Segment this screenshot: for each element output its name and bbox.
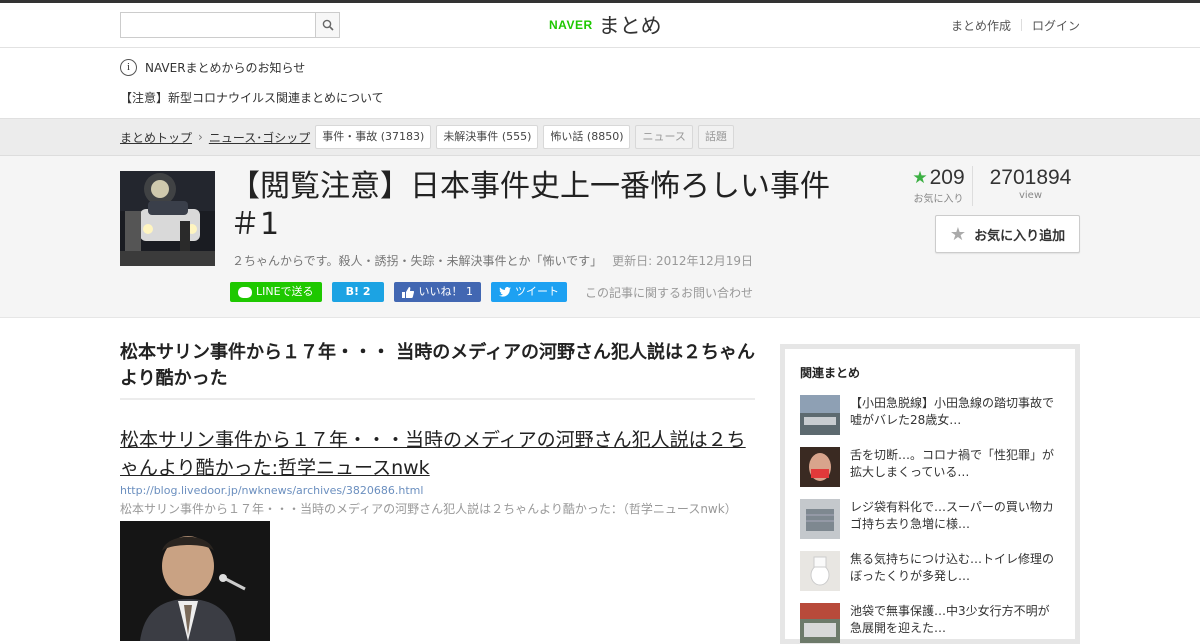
tag-count: (37183): [380, 130, 425, 143]
article-thumbnail: [120, 171, 215, 266]
views-stat: 2701894 view: [973, 166, 1080, 206]
favorites-count: 209: [929, 166, 965, 189]
tag-jiken-jiko[interactable]: 事件・事故 (37183): [315, 125, 432, 149]
thumbs-up-icon: [402, 286, 415, 298]
login-link[interactable]: ログイン: [1032, 17, 1080, 34]
link-card-url[interactable]: http://blog.livedoor.jp/nwknews/archives…: [120, 484, 755, 497]
search-input[interactable]: [121, 13, 315, 37]
related-item[interactable]: 池袋で無事保護…中3少女行方不明が急展開を迎えた…: [800, 603, 1065, 643]
related-item-text: 舌を切断…。コロナ禍で「性犯罪」が拡大しまくっている…: [850, 448, 1055, 479]
related-item-text: 【小田急脱線】小田急線の踏切事故で嘘がバレた28歳女…: [850, 396, 1055, 427]
related-thumbnail: [800, 551, 840, 591]
main-content: 松本サリン事件から１７年・・・ 当時のメディアの河野さん犯人説は２ちゃんより酷か…: [120, 340, 755, 641]
related-title: 関連まとめ: [800, 366, 861, 380]
favorites-label: お気に入り: [913, 194, 964, 205]
notice-title: NAVERまとめからのお知らせ: [145, 60, 306, 75]
fb-count: 1: [465, 285, 473, 298]
article-photo: [120, 521, 270, 641]
site-logo[interactable]: NAVER まとめ: [549, 11, 662, 39]
hatena-count: 2: [362, 285, 371, 298]
add-favorite-label: お気に入り追加: [974, 228, 1066, 244]
favorites-stat: ★ 209 お気に入り: [905, 166, 973, 206]
related-item[interactable]: 【小田急脱線】小田急線の踏切事故で嘘がバレた28歳女…: [800, 395, 1065, 435]
hatena-bookmark-button[interactable]: B! 2: [331, 282, 385, 302]
tag-label: 未解決事件: [443, 130, 499, 143]
related-thumbnail: [800, 447, 840, 487]
hatena-icon: B!: [345, 285, 359, 298]
line-label: LINEで送る: [256, 285, 314, 298]
article-description: ２ちゃんからです。殺人・誘拐・失踪・未解決事件とか「怖いです」 更新日: 2012…: [232, 252, 753, 269]
info-icon: i: [120, 58, 137, 76]
related-item-text: 焦る気持ちにつけ込む…トイレ修理のぼったくりが多発し…: [850, 552, 1055, 583]
breadcrumb-bar: まとめトップ › ニュース･ゴシップ 事件・事故 (37183) 未解決事件 (…: [0, 118, 1200, 156]
breadcrumb-top-link[interactable]: まとめトップ: [120, 129, 192, 146]
chevron-right-icon: ›: [198, 130, 203, 144]
updated-date: 更新日: 2012年12月19日: [612, 254, 754, 268]
line-share-button[interactable]: LINEで送る: [230, 282, 322, 302]
related-item[interactable]: 舌を切断…。コロナ禍で「性犯罪」が拡大しまくっている…: [800, 447, 1065, 487]
tag-kowai-hanashi[interactable]: 怖い話 (8850): [543, 125, 631, 149]
share-bar: LINEで送る B! 2 いいね！ 1 ツイート この記事に関するお問い合わせ: [230, 282, 753, 302]
related-thumbnail: [800, 499, 840, 539]
police-car-photo: [120, 171, 215, 266]
link-card-title[interactable]: 松本サリン事件から１７年・・・当時のメディアの河野さん犯人説は２ちゃんより酷かっ…: [120, 426, 755, 482]
related-thumbnail: [800, 395, 840, 435]
star-outline-icon: ★: [949, 223, 967, 245]
related-item[interactable]: レジ袋有料化で…スーパーの買い物カゴ持ち去り急増に様…: [800, 499, 1065, 539]
breadcrumb: まとめトップ › ニュース･ゴシップ 事件・事故 (37183) 未解決事件 (…: [120, 125, 734, 149]
article-stats: ★ 209 お気に入り 2701894 view: [905, 166, 1080, 206]
tag-mikaiketsu[interactable]: 未解決事件 (555): [436, 125, 539, 149]
create-matome-link[interactable]: まとめ作成: [951, 17, 1011, 34]
tag-count: (8850): [586, 130, 624, 143]
logo-service: まとめ: [598, 14, 662, 38]
notice-item-link[interactable]: 【注意】新型コロナウイルス関連まとめについて: [120, 88, 1080, 108]
section-heading: 松本サリン事件から１７年・・・ 当時のメディアの河野さん犯人説は２ちゃんより酷か…: [120, 340, 755, 400]
add-favorite-button[interactable]: ★ お気に入り追加: [935, 215, 1080, 253]
facebook-like-button[interactable]: いいね！ 1: [394, 282, 481, 302]
logo-brand: NAVER: [549, 18, 593, 32]
tag-label: 怖い話: [550, 130, 584, 143]
tag-news[interactable]: ニュース: [635, 125, 693, 149]
views-count: 2701894: [989, 166, 1072, 189]
related-matome-panel: 関連まとめ 【小田急脱線】小田急線の踏切事故で嘘がバレた28歳女… 舌を切断…。…: [780, 344, 1080, 644]
related-thumbnail: [800, 603, 840, 643]
link-card-description: 松本サリン事件から１７年・・・当時のメディアの河野さん犯人説は２ちゃんより酷かっ…: [120, 502, 737, 516]
tweet-button[interactable]: ツイート: [490, 282, 567, 302]
divider: [1020, 19, 1022, 31]
fb-label: いいね！: [418, 285, 463, 298]
search-box: [120, 12, 340, 38]
tweet-label: ツイート: [514, 285, 559, 298]
star-icon: ★: [912, 168, 928, 187]
tag-wadai[interactable]: 話題: [697, 125, 734, 149]
tag-label: 話題: [704, 130, 727, 143]
related-item[interactable]: 焦る気持ちにつけ込む…トイレ修理のぼったくりが多発し…: [800, 551, 1065, 591]
tag-label: ニュース: [642, 130, 686, 143]
header-links: まとめ作成 ログイン: [951, 17, 1080, 34]
tag-count: (555): [501, 130, 532, 143]
breadcrumb-category-link[interactable]: ニュース･ゴシップ: [209, 129, 310, 146]
views-label: view: [1018, 190, 1043, 201]
search-icon: [322, 19, 334, 31]
article-header: 【閲覧注意】日本事件史上一番怖ろしい事件＃1 ２ちゃんからです。殺人・誘拐・失踪…: [0, 156, 1200, 318]
site-header: NAVER まとめ まとめ作成 ログイン: [0, 3, 1200, 48]
line-icon: [238, 286, 252, 298]
tag-label: 事件・事故: [322, 130, 378, 143]
notice-header: i NAVERまとめからのお知らせ: [120, 56, 1080, 78]
related-item-text: 池袋で無事保護…中3少女行方不明が急展開を迎えた…: [850, 604, 1050, 635]
twitter-bird-icon: [498, 287, 511, 297]
related-item-text: レジ袋有料化で…スーパーの買い物カゴ持ち去り急増に様…: [850, 500, 1054, 531]
search-button[interactable]: [315, 13, 339, 37]
contact-link[interactable]: この記事に関するお問い合わせ: [585, 284, 753, 301]
article-title: 【閲覧注意】日本事件史上一番怖ろしい事件＃1: [230, 169, 830, 242]
speaker-photo: [120, 521, 270, 641]
notice-area: i NAVERまとめからのお知らせ 【注意】新型コロナウイルス関連まとめについて: [120, 56, 1080, 108]
description-text: ２ちゃんからです。殺人・誘拐・失踪・未解決事件とか「怖いです」: [232, 254, 603, 268]
